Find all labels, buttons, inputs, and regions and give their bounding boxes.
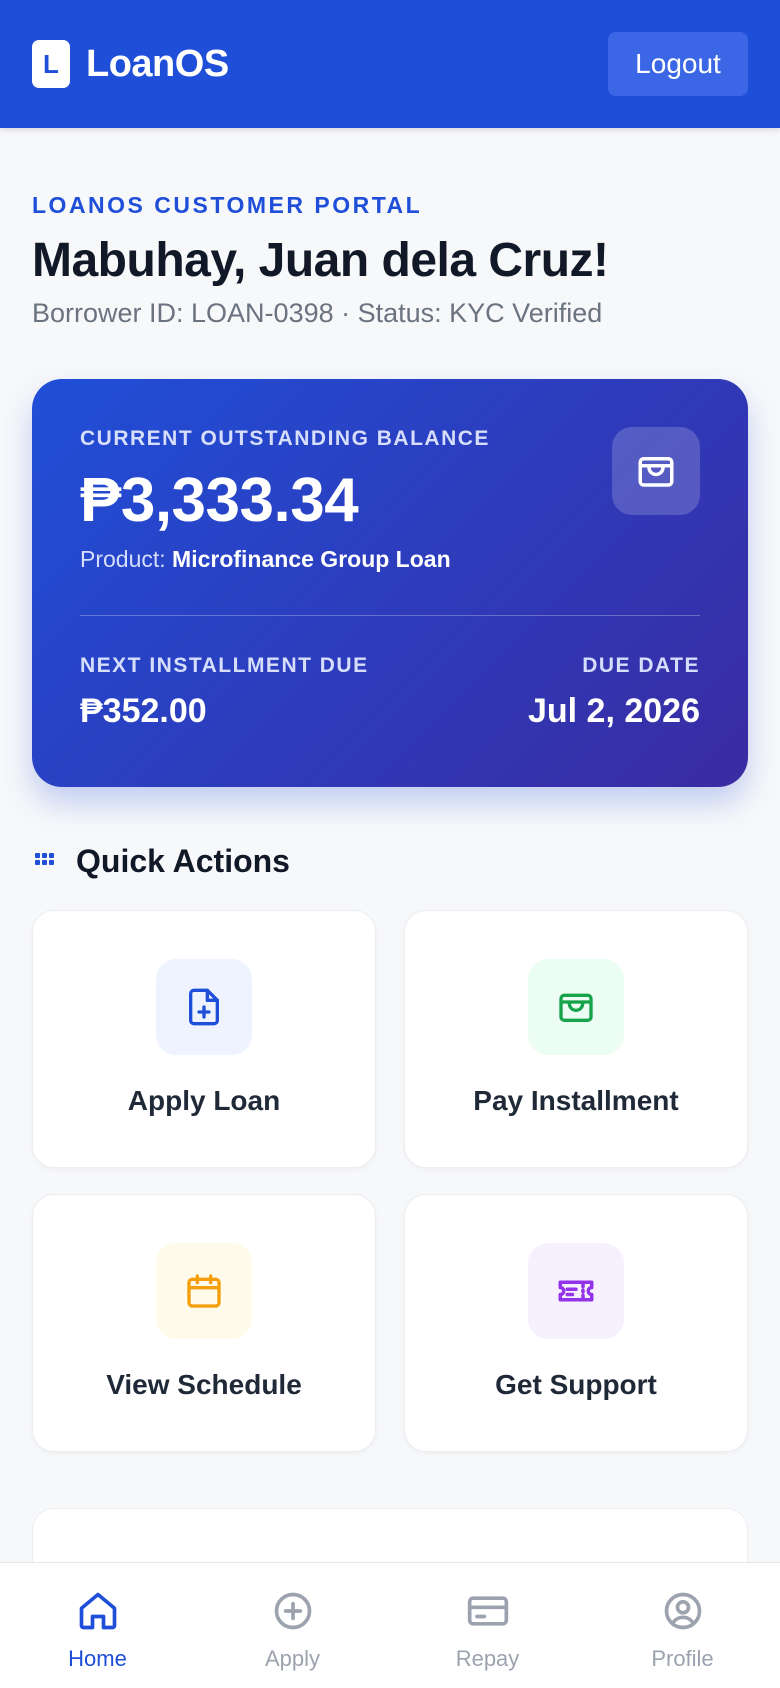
- next-installment-label: NEXT INSTALLMENT DUE: [80, 654, 369, 677]
- product-name: Microfinance Group Loan: [172, 546, 451, 572]
- bottom-navigation: Home Apply Repay Profile: [0, 1562, 780, 1688]
- quick-actions-grid: Apply Loan Pay Installment View Schedule…: [32, 910, 748, 1452]
- view-schedule-label: View Schedule: [106, 1369, 302, 1400]
- product-prefix: Product:: [80, 546, 166, 572]
- user-circle-icon: [661, 1589, 705, 1638]
- main-content: LOANOS CUSTOMER PORTAL Mabuhay, Juan del…: [32, 128, 748, 1452]
- next-installment: NEXT INSTALLMENT DUE ₱352.00: [80, 654, 369, 731]
- grid-icon: [32, 847, 56, 876]
- greeting-title: Mabuhay, Juan dela Cruz!: [32, 234, 609, 287]
- wallet-icon: [612, 427, 700, 515]
- brand[interactable]: L LoanOS: [32, 40, 229, 88]
- ticket-icon: [528, 1243, 624, 1339]
- borrower-status-line: Borrower ID: LOAN-0398 · Status: KYC Ver…: [32, 298, 603, 328]
- get-support-label: Get Support: [495, 1369, 657, 1400]
- portal-eyebrow: LOANOS CUSTOMER PORTAL: [32, 192, 423, 218]
- wallet-icon: [528, 959, 624, 1055]
- nav-home-label: Home: [68, 1646, 127, 1671]
- apply-loan-action[interactable]: Apply Loan: [32, 910, 376, 1168]
- view-schedule-action[interactable]: View Schedule: [32, 1194, 376, 1452]
- brand-name: LoanOS: [86, 42, 229, 85]
- quick-actions-title: Quick Actions: [76, 843, 290, 879]
- pay-installment-action[interactable]: Pay Installment: [404, 910, 748, 1168]
- due-date: DUE DATE Jul 2, 2026: [528, 654, 700, 731]
- get-support-action[interactable]: Get Support: [404, 1194, 748, 1452]
- nav-apply[interactable]: Apply: [213, 1589, 373, 1672]
- quick-actions-header: Quick Actions: [32, 843, 748, 880]
- nav-repay-label: Repay: [455, 1646, 520, 1671]
- next-installment-amount: ₱352.00: [80, 692, 207, 730]
- loan-product: Product: Microfinance Group Loan: [80, 546, 700, 573]
- home-icon: [76, 1589, 120, 1638]
- nav-profile-label: Profile: [651, 1646, 714, 1671]
- balance-card: CURRENT OUTSTANDING BALANCE ₱3,333.34 Pr…: [32, 379, 748, 787]
- nav-home[interactable]: Home: [18, 1589, 178, 1672]
- nav-repay[interactable]: Repay: [408, 1589, 568, 1672]
- balance-amount: ₱3,333.34: [80, 466, 359, 535]
- logout-button[interactable]: Logout: [608, 32, 748, 96]
- top-app-bar: L LoanOS Logout: [0, 0, 780, 128]
- credit-card-icon: [466, 1589, 510, 1638]
- file-plus-icon: [156, 959, 252, 1055]
- nav-apply-label: Apply: [264, 1646, 321, 1671]
- due-date-label: DUE DATE: [582, 654, 700, 677]
- balance-divider: [80, 615, 700, 616]
- pay-installment-label: Pay Installment: [473, 1085, 679, 1116]
- due-date-value: Jul 2, 2026: [527, 692, 700, 730]
- nav-profile[interactable]: Profile: [603, 1589, 763, 1672]
- brand-logo: L: [32, 40, 70, 88]
- apply-loan-label: Apply Loan: [127, 1085, 281, 1116]
- plus-circle-icon: [271, 1589, 315, 1638]
- balance-label: CURRENT OUTSTANDING BALANCE: [80, 427, 490, 450]
- calendar-icon: [156, 1243, 252, 1339]
